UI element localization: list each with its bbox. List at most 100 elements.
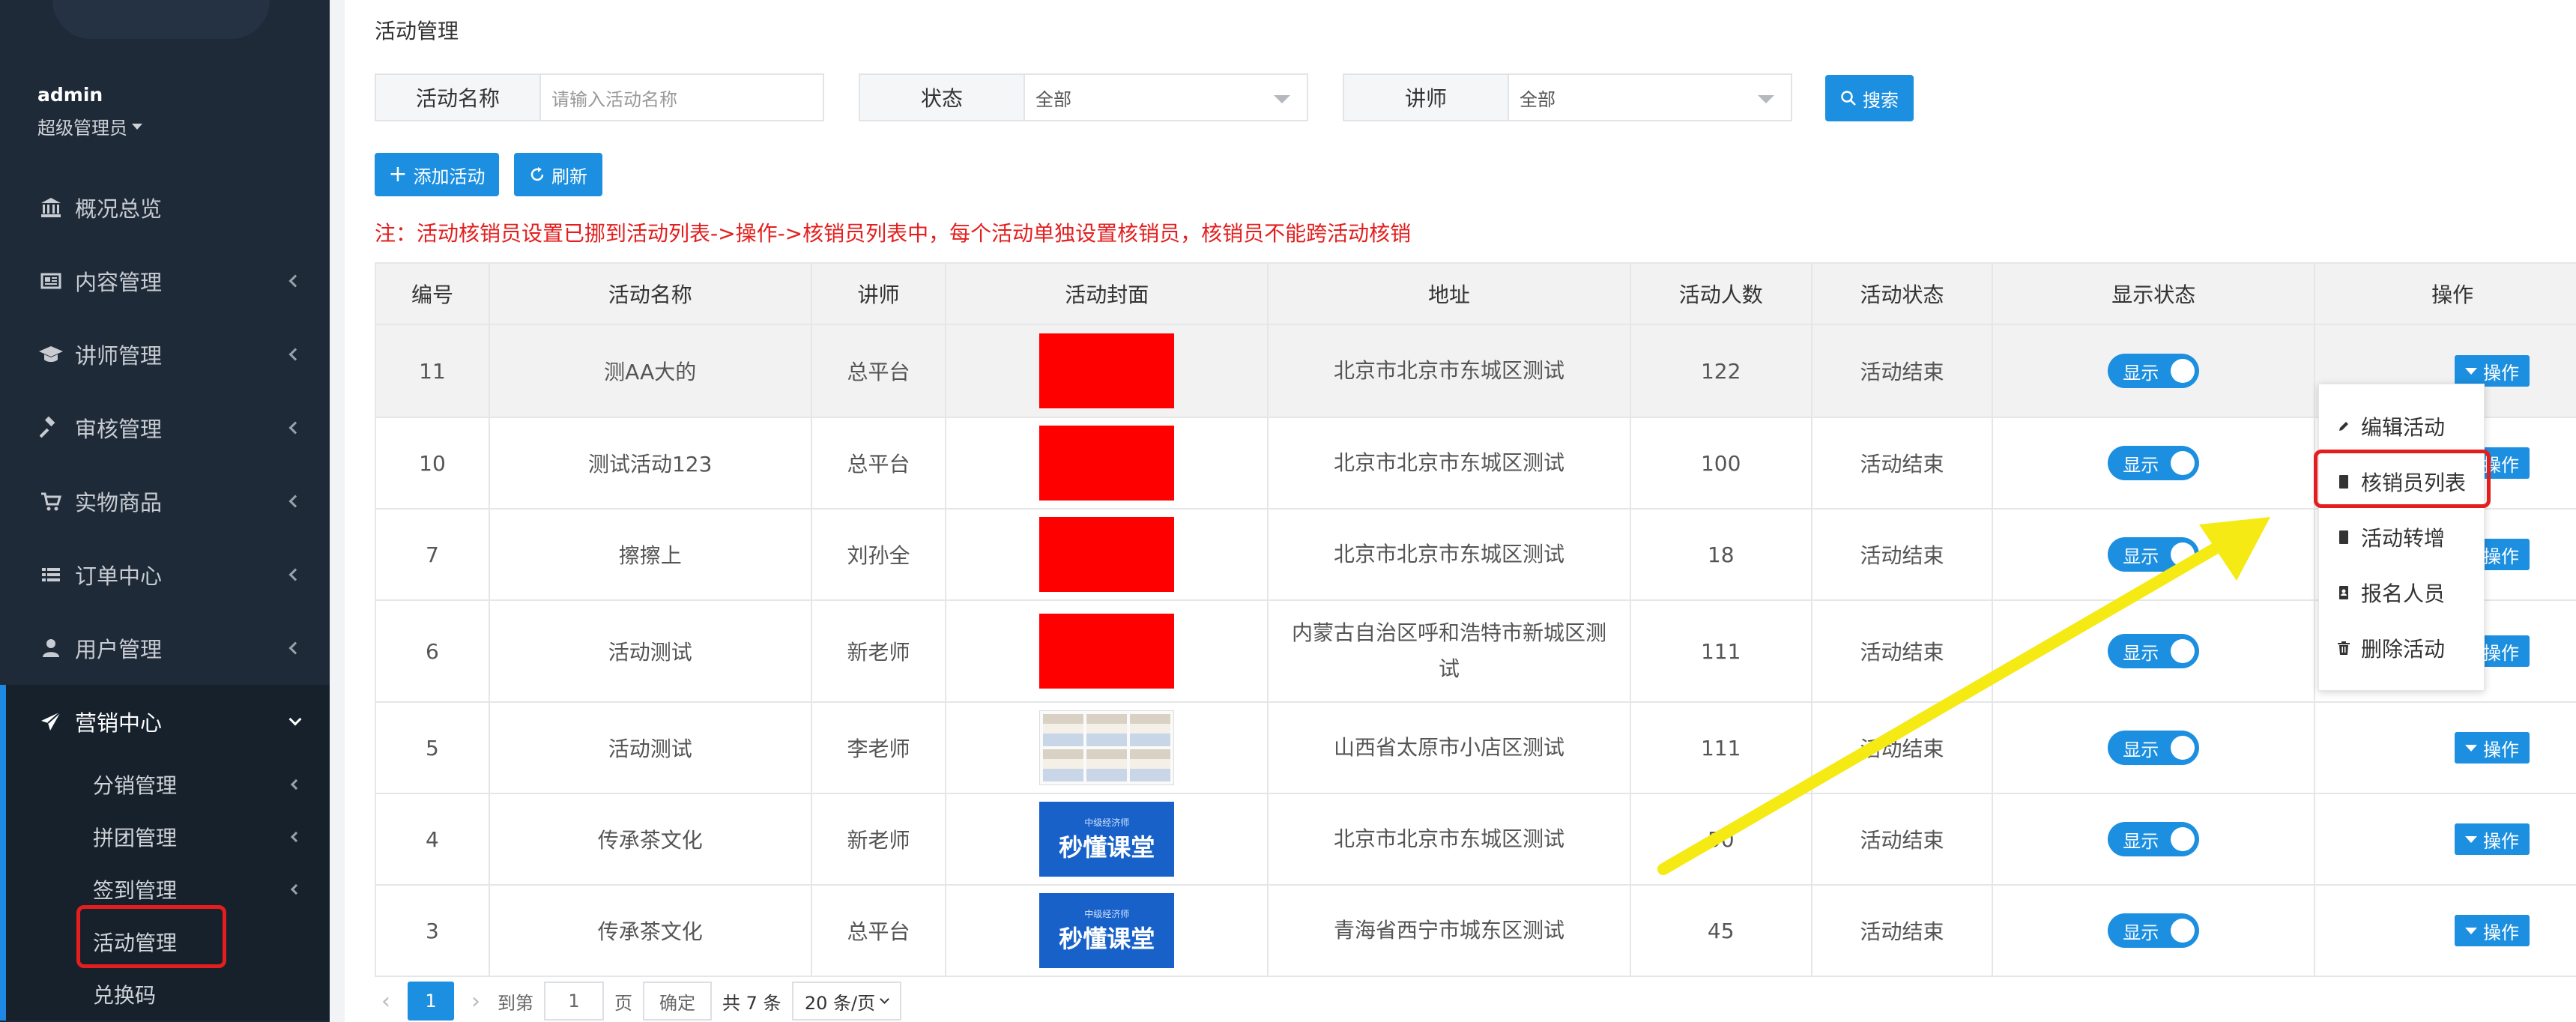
cell-display-status: 显示 (1992, 324, 2316, 418)
cell-activity-name: 擦擦上 (488, 508, 812, 601)
sidebar-item-label: 概况总览 (75, 196, 163, 222)
cell-count: 100 (1629, 417, 1812, 510)
cell-status: 活动结束 (1810, 417, 1994, 510)
cell-id: 10 (375, 417, 490, 510)
toggle-knob (2171, 639, 2195, 663)
activity-name-input[interactable]: 请输入活动名称 (541, 75, 823, 120)
operation-button[interactable]: 操作 (2455, 823, 2530, 856)
chevron-left-icon (288, 421, 302, 435)
sidebar-subitem-redeem-code[interactable]: 兑换码 (6, 968, 330, 1021)
prev-page-icon[interactable]: ‹ (375, 988, 397, 1015)
search-button[interactable]: 搜索 (1825, 75, 1914, 121)
caret-down-icon (2465, 927, 2477, 934)
add-activity-button[interactable]: + 添加活动 (375, 153, 499, 196)
display-toggle[interactable]: 显示 (2108, 822, 2200, 856)
operation-button[interactable]: 操作 (2455, 732, 2530, 764)
activity-table: 编号 活动名称 讲师 活动封面 地址 活动人数 活动状态 显示状态 操作 11 测… (375, 262, 2576, 977)
cell-status: 活动结束 (1810, 793, 1994, 886)
sidebar-item-goods[interactable]: 实物商品 (0, 465, 330, 538)
display-toggle[interactable]: 显示 (2108, 634, 2200, 668)
toggle-label: 显示 (2123, 545, 2159, 567)
page-size-select[interactable]: 20 条/页 (791, 982, 901, 1021)
operation-button[interactable]: 操作 (2455, 355, 2530, 387)
chevron-left-icon (288, 568, 302, 581)
sidebar-item-users[interactable]: 用户管理 (0, 611, 330, 685)
cell-cover: 中级经济师 秒懂课堂 (945, 793, 1269, 886)
filter-label: 讲师 (1344, 75, 1509, 120)
table-row: 7 擦擦上 刘孙全 北京市北京市东城区测试 18 活动结束 显示 操作 (375, 508, 2576, 601)
lecturer-select[interactable]: 全部 (1509, 75, 1791, 120)
display-toggle[interactable]: 显示 (2108, 731, 2200, 765)
goto-page-input[interactable]: 1 (544, 982, 604, 1021)
caret-down-icon (2465, 367, 2477, 375)
user-role-dropdown[interactable]: 超级管理员 (37, 113, 142, 139)
trash-icon (2337, 640, 2350, 656)
sidebar-item-content[interactable]: 内容管理 (0, 244, 330, 318)
chevron-left-icon (288, 641, 302, 655)
display-toggle[interactable]: 显示 (2108, 913, 2200, 948)
sidebar-item-orders[interactable]: 订单中心 (0, 538, 330, 611)
main-area: 活动管理 活动名称 请输入活动名称 状态 全部 讲师 全部 搜索 + 添加活动 … (330, 0, 2576, 1022)
menu-item-edit-activity[interactable]: 编辑活动 (2337, 411, 2445, 441)
refresh-button[interactable]: 刷新 (514, 153, 602, 196)
bank-icon (37, 194, 64, 221)
cover-image: 中级经济师 秒懂课堂 (1039, 893, 1175, 968)
sidebar-item-overview[interactable]: 概况总览 (0, 171, 330, 244)
cell-address: 北京市北京市东城区测试 (1267, 417, 1631, 510)
cell-count: 111 (1629, 599, 1812, 703)
sidebar-subitem-group-buy[interactable]: 拼团管理 (6, 811, 330, 863)
next-page-icon[interactable]: › (465, 988, 487, 1015)
status-select[interactable]: 全部 (1025, 75, 1307, 120)
sidebar-item-lecturers[interactable]: 讲师管理 (0, 318, 330, 391)
cell-address: 山西省太原市小店区测试 (1267, 701, 1631, 794)
cover-banner-big: 秒懂课堂 (1059, 832, 1155, 862)
menu-item-activity-transfer[interactable]: 活动转增 (2337, 522, 2445, 552)
total-count: 共 7 条 (722, 992, 781, 1014)
goto-confirm-button[interactable]: 确定 (643, 982, 712, 1021)
cell-lecturer: 总平台 (810, 884, 947, 977)
cell-lecturer: 新老师 (810, 599, 947, 703)
current-page[interactable]: 1 (408, 982, 454, 1021)
cell-display-status: 显示 (1992, 417, 2316, 510)
cell-lecturer: 刘孙全 (810, 508, 947, 601)
cell-status: 活动结束 (1810, 324, 1994, 418)
column-header: 活动名称 (488, 262, 812, 325)
lecturer-select-value: 全部 (1520, 88, 1555, 110)
cell-address: 北京市北京市东城区测试 (1267, 508, 1631, 601)
operation-label: 操作 (2483, 545, 2519, 567)
operation-button[interactable]: 操作 (2455, 915, 2530, 947)
menu-item-registrants[interactable]: 报名人员 (2337, 578, 2445, 608)
cover-image (1039, 710, 1175, 785)
sidebar-item-review[interactable]: 审核管理 (0, 391, 330, 465)
operation-label: 操作 (2483, 642, 2519, 664)
operation-dropdown-menu: 编辑活动 核销员列表 活动转增 报名人员 删除活动 (2318, 384, 2485, 691)
cell-address: 内蒙古自治区呼和浩特市新城区测试 (1267, 599, 1631, 703)
cell-cover (945, 324, 1269, 418)
logo (52, 0, 270, 39)
gavel-icon (37, 414, 64, 441)
cell-lecturer: 总平台 (810, 324, 947, 418)
content-panel: 活动管理 活动名称 请输入活动名称 状态 全部 讲师 全部 搜索 + 添加活动 … (345, 0, 2576, 1022)
sidebar-item-marketing[interactable]: 营销中心 (0, 685, 330, 758)
sidebar-item-label: 营销中心 (75, 710, 163, 736)
display-toggle[interactable]: 显示 (2108, 446, 2200, 480)
display-toggle[interactable]: 显示 (2108, 354, 2200, 388)
display-toggle[interactable]: 显示 (2108, 537, 2200, 572)
toggle-label: 显示 (2123, 922, 2159, 943)
toggle-knob (2171, 919, 2195, 943)
sidebar-item-label: 审核管理 (75, 417, 163, 442)
column-header: 显示状态 (1992, 262, 2316, 325)
sidebar-subitem-distribution[interactable]: 分销管理 (6, 758, 330, 811)
goto-label: 到第 (498, 992, 533, 1014)
sidebar-item-label: 实物商品 (75, 490, 163, 515)
search-icon (1841, 91, 1856, 106)
cell-id: 5 (375, 701, 490, 794)
pencil-icon (2337, 418, 2350, 435)
newspaper-icon (37, 267, 64, 294)
column-header: 编号 (375, 262, 490, 325)
cell-cover (945, 417, 1269, 510)
user-name: admin (37, 84, 103, 106)
cell-operation: 操作 (2314, 884, 2576, 977)
pagination: ‹ 1 › 到第 1 页 确定 共 7 条 20 条/页 (375, 980, 901, 1022)
menu-item-delete-activity[interactable]: 删除活动 (2337, 633, 2445, 663)
